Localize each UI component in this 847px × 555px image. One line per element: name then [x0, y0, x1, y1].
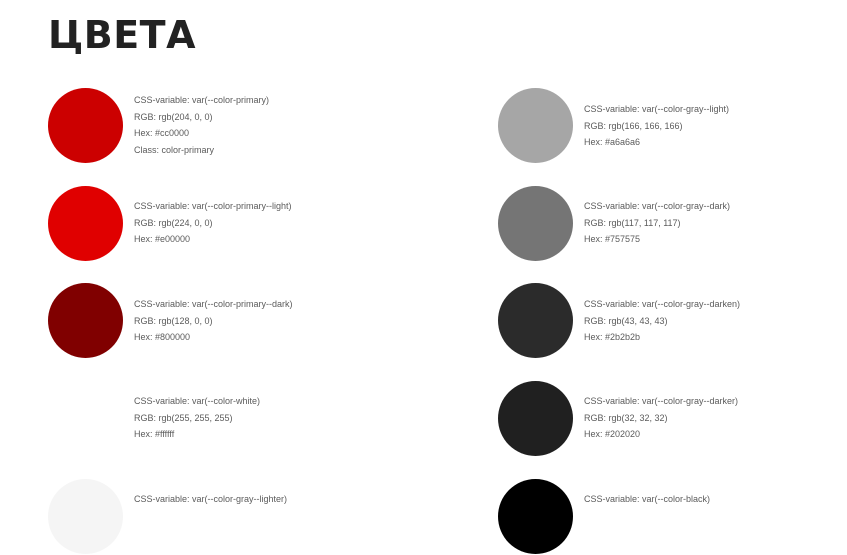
color-circle [48, 186, 123, 261]
rgb-text: RGB: rgb(224, 0, 0) [134, 217, 213, 228]
css-variable-text: CSS-variable: var(--color-gray--darker) [584, 396, 739, 406]
rgb-text: RGB: rgb(43, 43, 43) [584, 315, 668, 326]
swatch-color-gray-darken: CSS-variable: var(--color-gray--darken) … [498, 283, 798, 359]
color-circle [498, 479, 573, 554]
color-circle [48, 381, 123, 456]
hex-text: Hex: #a6a6a6 [584, 137, 641, 148]
css-variable-text: CSS-variable: var(--color-primary--dark) [134, 299, 293, 309]
rgb-text: RGB: rgb(255, 255, 255) [134, 412, 233, 423]
hex-text: Hex: #757575 [584, 234, 641, 245]
hex-text: Hex: #800000 [134, 332, 191, 343]
swatch-color-gray-light: CSS-variable: var(--color-gray--light) R… [498, 88, 798, 164]
swatch-color-primary-dark: CSS-variable: var(--color-primary--dark)… [48, 283, 348, 359]
css-variable-text: CSS-variable: var(--color-primary--light… [134, 201, 292, 211]
css-variable-text: CSS-variable: var(--color-primary) [134, 95, 270, 105]
rgb-text: RGB: rgb(204, 0, 0) [134, 111, 213, 122]
swatch-color-gray-lighter: CSS-variable: var(--color-gray--lighter) [48, 479, 348, 555]
hex-text: Hex: #cc0000 [134, 128, 190, 139]
color-circle [498, 381, 573, 456]
swatch-color-primary-light: CSS-variable: var(--color-primary--light… [48, 186, 348, 262]
color-circle [498, 283, 573, 358]
color-circle [48, 88, 123, 163]
css-variable-text: CSS-variable: var(--color-gray--dark) [584, 201, 731, 211]
rgb-text: RGB: rgb(117, 117, 117) [584, 217, 681, 228]
swatch-color-white: CSS-variable: var(--color-white) RGB: rg… [48, 381, 348, 457]
color-circle [48, 283, 123, 358]
hex-text: Hex: #ffffff [134, 429, 175, 440]
swatch-color-gray-dark: CSS-variable: var(--color-gray--dark) RG… [498, 186, 798, 262]
swatch-info: CSS-variable: var(--color-primary--dark)… [134, 296, 293, 346]
css-variable-text: CSS-variable: var(--color-gray--light) [584, 104, 730, 114]
hex-text: Hex: #e00000 [134, 234, 191, 245]
color-circle [498, 186, 573, 261]
class-text: Class: color-primary [134, 145, 215, 156]
css-variable-text: CSS-variable: var(--color-white) [134, 396, 261, 406]
swatch-info: CSS-variable: var(--color-black) [584, 491, 710, 508]
swatch-color-black: CSS-variable: var(--color-black) [498, 479, 798, 555]
swatch-info: CSS-variable: var(--color-gray--dark) RG… [584, 198, 730, 248]
color-circle [498, 88, 573, 163]
css-variable-text: CSS-variable: var(--color-gray--lighter) [134, 494, 288, 504]
css-variable-text: CSS-variable: var(--color-gray--darken) [584, 299, 741, 309]
swatch-color-gray-darker: CSS-variable: var(--color-gray--darker) … [498, 381, 798, 457]
hex-text: Hex: #202020 [584, 429, 641, 440]
swatch-info: CSS-variable: var(--color-white) RGB: rg… [134, 393, 260, 443]
hex-text: Hex: #2b2b2b [584, 332, 641, 343]
swatch-color-primary: CSS-variable: var(--color-primary) RGB: … [48, 88, 348, 164]
rgb-text: RGB: rgb(128, 0, 0) [134, 315, 213, 326]
swatch-info: CSS-variable: var(--color-primary) RGB: … [134, 92, 269, 159]
rgb-text: RGB: rgb(32, 32, 32) [584, 412, 668, 423]
rgb-text: RGB: rgb(166, 166, 166) [584, 120, 683, 131]
swatch-info: CSS-variable: var(--color-gray--lighter) [134, 491, 287, 508]
color-circle [48, 479, 123, 554]
swatch-info: CSS-variable: var(--color-gray--light) R… [584, 101, 729, 151]
swatch-info: CSS-variable: var(--color-gray--darken) … [584, 296, 740, 346]
swatch-info: CSS-variable: var(--color-gray--darker) … [584, 393, 738, 443]
css-variable-text: CSS-variable: var(--color-black) [584, 494, 711, 504]
color-swatch-grid: CSS-variable: var(--color-primary) RGB: … [0, 0, 847, 554]
swatch-info: CSS-variable: var(--color-primary--light… [134, 198, 292, 248]
